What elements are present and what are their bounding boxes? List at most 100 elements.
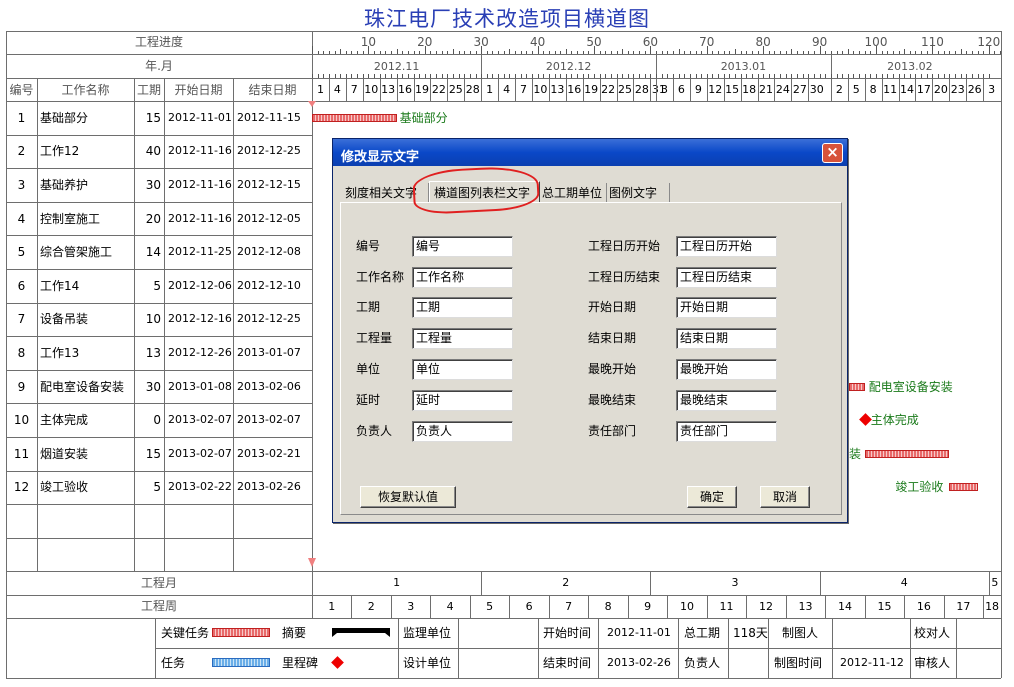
field-input-right-2[interactable]: 开始日期 (676, 297, 777, 318)
progress-tick (701, 51, 702, 54)
row-divider (6, 504, 312, 505)
progress-tick (679, 49, 680, 54)
progress-tick (555, 51, 556, 54)
field-input-left-1[interactable]: 工作名称 (412, 267, 513, 288)
progress-tick (628, 51, 629, 54)
task-bar-row12[interactable] (949, 483, 978, 492)
month-tick (577, 74, 578, 78)
progress-tick (938, 51, 939, 54)
row-start: 2012-12-06 (168, 278, 232, 292)
field-input-left-4[interactable]: 单位 (412, 359, 513, 380)
tab-3[interactable]: 图例文字 (607, 183, 670, 203)
task-bar-row11[interactable] (864, 449, 950, 458)
field-input-right-1[interactable]: 工程日历结束 (676, 267, 777, 288)
draw-time-label: 制图时间 (774, 656, 823, 670)
cancel-button[interactable]: 取消 (760, 486, 810, 508)
progress-tick (605, 51, 606, 54)
row-divider (6, 437, 312, 438)
grid-line (628, 595, 629, 618)
progress-tick (521, 51, 522, 54)
progress-tick (340, 49, 341, 54)
day-label: 25 (448, 83, 463, 96)
day-divider (707, 78, 708, 101)
task-label-row1: 基础部分 (399, 110, 448, 125)
owner-label: 负责人 (684, 656, 721, 670)
month-tick (374, 74, 375, 78)
day-label: 4 (333, 83, 341, 96)
field-input-right-5[interactable]: 最晚结束 (676, 390, 777, 411)
month-tick (712, 74, 713, 78)
footer-week-label: 工程周 (140, 599, 177, 613)
legend-task-swatch (212, 658, 270, 667)
progress-tick (504, 51, 505, 54)
field-label-right-3: 结束日期 (588, 331, 637, 345)
month-tick (938, 74, 939, 78)
ok-button[interactable]: 确定 (687, 486, 737, 508)
dialog-titlebar[interactable]: 修改显示文字 × (333, 139, 847, 166)
field-input-right-4[interactable]: 最晚开始 (676, 359, 777, 380)
month-tick (662, 74, 663, 78)
row-name: 综合管架施工 (40, 245, 113, 260)
day-divider (808, 78, 809, 101)
month-tick (679, 74, 680, 78)
progress-tick (560, 51, 561, 54)
grid-line (430, 595, 431, 618)
grid-line (233, 78, 234, 571)
footer-week: 4 (446, 600, 454, 613)
footer-week: 1 (328, 600, 336, 613)
grid-line (825, 595, 826, 618)
field-input-right-6[interactable]: 责任部门 (676, 421, 777, 442)
day-divider (363, 78, 364, 101)
field-input-left-5[interactable]: 延时 (412, 390, 513, 411)
field-input-left-2[interactable]: 工期 (412, 297, 513, 318)
draw-time-value: 2012-11-12 (840, 656, 904, 669)
row-divider (6, 303, 312, 304)
footer-week: 11 (719, 600, 734, 613)
month-tick (318, 74, 319, 78)
day-label: 19 (584, 83, 599, 96)
month-tick (492, 74, 493, 78)
field-input-left-0[interactable]: 编号 (412, 236, 513, 257)
month-label: 2012.12 (545, 60, 592, 73)
reviewer-label: 审核人 (914, 656, 951, 670)
grid-line (6, 595, 1001, 596)
month-tick (718, 74, 719, 78)
progress-tick (397, 49, 398, 54)
grid-line (944, 595, 945, 618)
day-label: 24 (775, 83, 790, 96)
column-header-1: 工作名称 (61, 83, 110, 97)
restore-defaults-button[interactable]: 恢复默认值 (360, 486, 456, 508)
close-icon[interactable]: × (822, 143, 843, 163)
day-divider (848, 78, 849, 101)
task-bar-row9[interactable] (849, 382, 865, 391)
tab-1[interactable]: 横道图列表栏文字 (429, 181, 540, 203)
day-label: 21 (759, 83, 773, 96)
month-tick (927, 74, 928, 78)
milestone-row10[interactable] (858, 413, 872, 427)
task-bar-row1[interactable] (312, 113, 397, 122)
row-name: 基础养护 (40, 178, 89, 192)
progress-tick (476, 51, 477, 54)
grid-line (832, 618, 833, 678)
field-label-right-1: 工程日历结束 (588, 270, 661, 284)
progress-tick (983, 51, 984, 54)
field-input-right-3[interactable]: 结束日期 (676, 328, 777, 349)
month-tick (853, 74, 854, 78)
day-label: 12 (708, 83, 723, 96)
field-input-left-6[interactable]: 负责人 (412, 421, 513, 442)
month-tick (509, 74, 510, 78)
progress-tick-label: 100 (864, 35, 888, 49)
legend-summary-tip-r (380, 633, 390, 637)
row-duration: 13 (145, 346, 161, 360)
row-divider (6, 370, 312, 371)
grid-line (351, 595, 352, 618)
field-input-left-3[interactable]: 工程量 (412, 328, 513, 349)
tab-2[interactable]: 总工期单位 (540, 183, 607, 203)
tab-0[interactable]: 刻度相关文字 (343, 183, 429, 203)
grid-line (6, 54, 1001, 55)
legend-task-label: 任务 (161, 656, 186, 670)
legend-critical-swatch (212, 628, 270, 637)
progress-tick (430, 51, 431, 54)
field-input-right-0[interactable]: 工程日历开始 (676, 236, 777, 257)
day-divider (532, 78, 533, 101)
